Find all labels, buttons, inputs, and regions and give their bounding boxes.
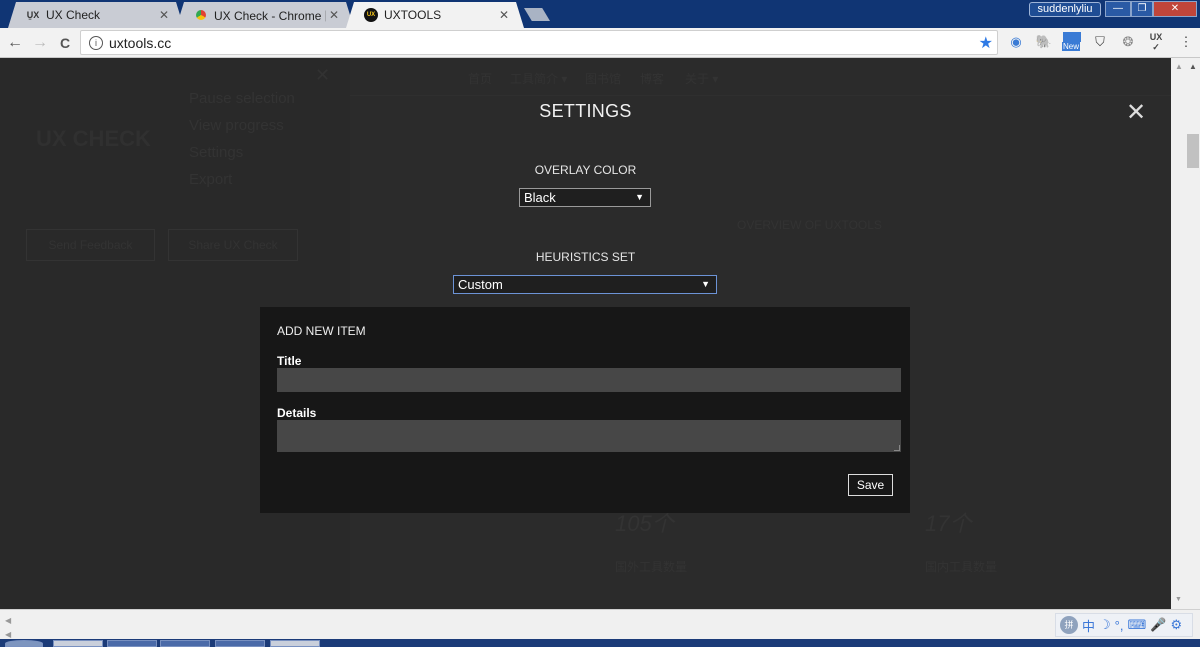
add-new-item-panel: ADD NEW ITEM Title Details Save bbox=[260, 307, 910, 513]
maximize-button[interactable]: ❐ bbox=[1131, 1, 1153, 17]
ime-punctuation-icon[interactable]: °, bbox=[1115, 618, 1124, 633]
vertical-scrollbar[interactable]: ▲ ▲ ▼ bbox=[1171, 58, 1200, 609]
window-close-button[interactable]: ✕ bbox=[1153, 1, 1197, 17]
taskbar-app[interactable] bbox=[215, 640, 265, 647]
taskbar-app[interactable] bbox=[160, 640, 210, 647]
details-textarea[interactable] bbox=[277, 420, 901, 452]
overlay-color-value: Black bbox=[524, 190, 556, 205]
tab-close-icon[interactable]: ✕ bbox=[496, 8, 512, 22]
scroll-up-arrow-icon[interactable]: ▲ bbox=[1175, 62, 1183, 71]
tab-uxtools[interactable]: UX UXTOOLS ✕ bbox=[346, 2, 524, 28]
dropdown-arrow-icon: ▼ bbox=[635, 192, 644, 202]
ime-microphone-icon[interactable]: 🎤 bbox=[1150, 617, 1166, 633]
ux-check-extension-icon[interactable]: UX ✓ bbox=[1146, 32, 1166, 52]
panel-title: UX CHECK bbox=[36, 126, 151, 151]
ux-check-icon: U̱X bbox=[26, 10, 40, 20]
evernote-icon[interactable]: 🐘 bbox=[1034, 32, 1054, 52]
taskbar-chrome[interactable] bbox=[53, 640, 103, 647]
new-tab-button[interactable] bbox=[524, 8, 550, 21]
scroll-left-arrow-icon[interactable]: ◀ bbox=[5, 630, 11, 639]
reload-button[interactable]: C bbox=[55, 33, 75, 53]
uxtools-icon: UX bbox=[364, 8, 378, 22]
ime-logo-icon[interactable]: 拼 bbox=[1060, 616, 1078, 634]
tab-strip: U̱X UX Check ✕ UX Check - Chrome 网... ✕ … bbox=[0, 0, 1200, 28]
screenshot-extension-icon[interactable]: ◉ bbox=[1006, 32, 1026, 52]
tab-chrome-webstore[interactable]: UX Check - Chrome 网... ✕ bbox=[176, 2, 354, 28]
forward-button[interactable]: → bbox=[30, 33, 50, 53]
stat-value: 17个 bbox=[925, 511, 972, 536]
nav-home[interactable]: 首页 bbox=[468, 70, 492, 87]
tab-close-icon[interactable]: ✕ bbox=[326, 8, 342, 22]
start-button[interactable] bbox=[5, 640, 43, 647]
scroll-thumb[interactable] bbox=[1187, 134, 1199, 168]
ime-settings-icon[interactable]: ⚙ bbox=[1170, 617, 1182, 633]
dropdown-arrow-icon: ▼ bbox=[701, 279, 710, 289]
ime-keyboard-icon[interactable]: ⌨ bbox=[1127, 617, 1146, 633]
scroll-down-arrow-icon[interactable]: ▼ bbox=[1175, 596, 1182, 603]
screen: U̱X UX Check ✕ UX Check - Chrome 网... ✕ … bbox=[0, 0, 1200, 647]
new-extension-icon[interactable]: New bbox=[1062, 32, 1082, 52]
close-icon[interactable]: ✕ bbox=[1126, 101, 1146, 125]
pocket-icon[interactable]: ⛉ bbox=[1090, 32, 1110, 52]
tab-close-icon[interactable]: ✕ bbox=[156, 8, 172, 22]
stat-label: 国外工具数量 bbox=[615, 560, 688, 574]
menu-icon[interactable]: ⋮ bbox=[1176, 32, 1196, 52]
heuristics-set-value: Custom bbox=[458, 277, 503, 292]
address-bar[interactable]: i uxtools.cc ★ bbox=[80, 30, 998, 55]
new-badge: New bbox=[1062, 42, 1081, 51]
scroll-up-arrow-icon[interactable]: ▲ bbox=[1189, 62, 1197, 71]
overlay-color-label: OVERLAY COLOR bbox=[534, 163, 637, 177]
minimize-button[interactable]: — bbox=[1105, 1, 1131, 17]
settings-title: SETTINGS bbox=[539, 101, 632, 121]
details-label: Details bbox=[277, 406, 317, 420]
panel-close-icon[interactable]: ✕ bbox=[315, 65, 330, 86]
site-nav: 首页 工具简介 ▾ 图书馆 博客 关于 ▾ bbox=[350, 58, 1171, 96]
profile-button[interactable]: suddenlyliu bbox=[1029, 2, 1101, 17]
ime-halfwidth-icon[interactable]: ☽ bbox=[1099, 617, 1111, 633]
scroll-left-arrow-icon[interactable]: ◀ bbox=[5, 616, 11, 625]
nav-about[interactable]: 关于 ▾ bbox=[685, 70, 718, 87]
url-text[interactable]: uxtools.cc bbox=[109, 35, 171, 51]
taskbar-app[interactable] bbox=[270, 640, 320, 647]
nav-library[interactable]: 图书馆 bbox=[585, 70, 621, 87]
hero-subtitle: OVERVIEW OF UXTOOLS bbox=[737, 218, 882, 232]
tab-ux-check[interactable]: U̱X UX Check ✕ bbox=[8, 2, 184, 28]
site-info-icon[interactable]: i bbox=[89, 35, 103, 50]
ux-ext-label: UX bbox=[1149, 32, 1163, 42]
add-new-item-heading: ADD NEW ITEM bbox=[277, 324, 366, 338]
horizontal-scrollbar[interactable]: ◀ ◀ bbox=[0, 609, 1200, 639]
page-overlay: UX CHECK Pause selection View progress S… bbox=[0, 58, 1171, 609]
resize-grip-icon[interactable] bbox=[894, 445, 900, 451]
stat-label: 国内工具数量 bbox=[925, 560, 998, 574]
menu-settings[interactable]: Settings bbox=[189, 144, 243, 161]
taskbar bbox=[0, 639, 1200, 647]
nav-tools[interactable]: 工具简介 ▾ bbox=[510, 70, 567, 87]
title-label: Title bbox=[277, 354, 302, 368]
back-button[interactable]: ← bbox=[5, 33, 25, 53]
ime-toolbar: 拼 中 ☽ °, ⌨ 🎤 ⚙ bbox=[1055, 613, 1193, 637]
extension-swirl-icon[interactable]: ❂ bbox=[1118, 32, 1138, 52]
tab-label: UX Check bbox=[46, 8, 101, 22]
browser-toolbar: ← → C i uxtools.cc ★ ◉ 🐘 New ⛉ ❂ UX ✓ ⋮ bbox=[0, 28, 1200, 58]
heuristics-set-label: HEURISTICS SET bbox=[535, 250, 636, 264]
bookmark-star-icon[interactable]: ★ bbox=[979, 33, 993, 53]
save-button[interactable]: Save bbox=[848, 474, 893, 496]
chrome-webstore-icon bbox=[194, 8, 208, 22]
ime-language-toggle[interactable]: 中 bbox=[1082, 616, 1095, 635]
heuristics-set-select[interactable]: Custom ▼ bbox=[453, 275, 717, 294]
tab-label: UXTOOLS bbox=[384, 8, 442, 22]
overlay-color-select[interactable]: Black ▼ bbox=[519, 188, 651, 207]
nav-blog[interactable]: 博客 bbox=[640, 70, 664, 87]
title-input[interactable] bbox=[277, 368, 901, 392]
taskbar-explorer[interactable] bbox=[107, 640, 157, 647]
tab-label: UX Check - Chrome 网... bbox=[214, 8, 326, 23]
